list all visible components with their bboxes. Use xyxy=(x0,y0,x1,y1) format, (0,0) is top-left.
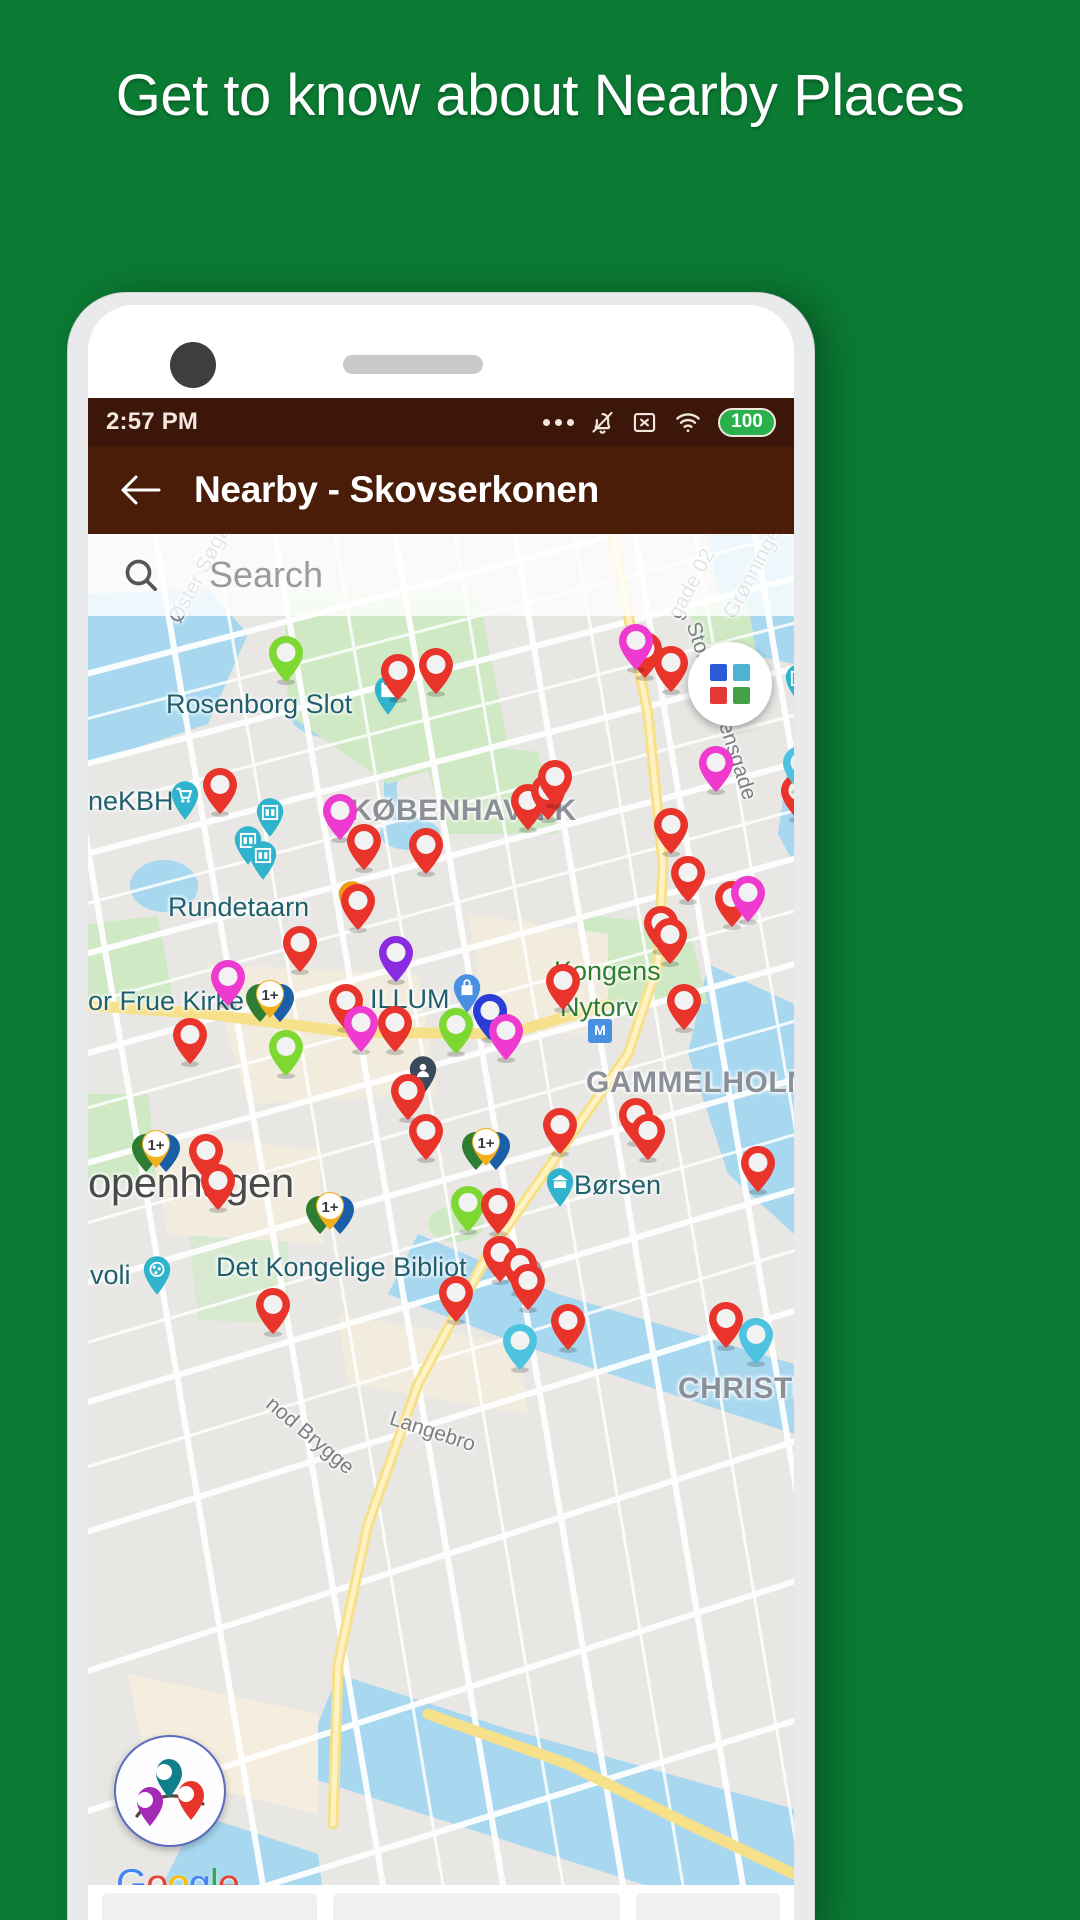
map-pin[interactable] xyxy=(664,982,704,1039)
map-pin[interactable] xyxy=(378,652,418,709)
bottom-card-3 xyxy=(636,1893,780,1920)
svg-text:1+: 1+ xyxy=(321,1199,338,1216)
map-label: voli xyxy=(90,1260,131,1290)
map-label: Børsen xyxy=(574,1170,662,1200)
categories-grid-button[interactable] xyxy=(688,642,772,726)
map-label: CHRISTIA xyxy=(678,1372,794,1405)
svg-text:1+: 1+ xyxy=(261,987,278,1004)
map-pin[interactable] xyxy=(780,744,794,801)
map-pin[interactable] xyxy=(668,854,708,911)
map-pin[interactable] xyxy=(628,1112,668,1169)
map-pin[interactable] xyxy=(200,766,240,823)
map-pin[interactable] xyxy=(198,1162,238,1219)
battery-indicator: 100 xyxy=(718,407,776,437)
back-button[interactable] xyxy=(114,464,166,516)
status-icons: 100 xyxy=(543,407,776,437)
wifi-icon xyxy=(673,409,703,436)
nearby-places-logo-icon xyxy=(135,1759,205,1826)
map-pin[interactable] xyxy=(253,1286,293,1343)
earpiece-speaker xyxy=(343,355,483,374)
battery-level: 100 xyxy=(731,411,763,432)
map-canvas xyxy=(88,534,794,1920)
map-label: Rosenborg Slot xyxy=(166,689,353,719)
map-view[interactable]: Search Øster SøgadeGrønningengade 02Stor… xyxy=(88,534,794,1920)
map-pin[interactable] xyxy=(416,646,456,703)
category-swatch-4 xyxy=(733,687,750,704)
phone-mockup: 2:57 PM 100 Nearby - Skovserkonen Search… xyxy=(68,293,814,1920)
map-pin[interactable] xyxy=(543,962,583,1019)
map-pin[interactable] xyxy=(508,1262,548,1319)
map-pin[interactable] xyxy=(266,634,306,691)
more-dots-icon xyxy=(543,418,574,426)
promo-headline: Get to know about Nearby Places xyxy=(115,63,965,128)
status-time: 2:57 PM xyxy=(106,408,199,435)
map-pin[interactable] xyxy=(338,882,378,939)
map-pin[interactable] xyxy=(736,1316,776,1373)
map-pin[interactable] xyxy=(170,1016,210,1073)
bottom-sheet-strip xyxy=(88,1885,794,1920)
close-box-icon xyxy=(631,409,658,436)
map-pin[interactable] xyxy=(406,826,446,883)
aquarium-icon[interactable] xyxy=(140,1254,174,1303)
map-label: Det Kongelige Bibliot xyxy=(216,1252,467,1282)
search-input[interactable]: Search xyxy=(209,554,323,596)
map-cluster-pin[interactable]: 1+ xyxy=(456,1122,518,1185)
map-pin[interactable] xyxy=(548,1302,588,1359)
map-pin[interactable] xyxy=(344,822,384,879)
notifications-off-icon xyxy=(589,409,616,436)
front-camera-icon xyxy=(170,342,216,388)
svg-text:1+: 1+ xyxy=(147,1137,164,1154)
map-cluster-pin[interactable]: 1+ xyxy=(126,1124,188,1187)
bottom-card-2 xyxy=(333,1893,621,1920)
svg-text:M: M xyxy=(594,1022,606,1038)
map-pin[interactable] xyxy=(486,1012,526,1069)
map-pin[interactable] xyxy=(540,1106,580,1163)
map-label: neKBH xyxy=(88,786,174,816)
map-label: Rundetaarn xyxy=(168,892,310,922)
category-swatch-1 xyxy=(710,664,727,681)
category-swatch-2 xyxy=(733,664,750,681)
museum-icon[interactable] xyxy=(782,662,794,711)
phone-screen: 2:57 PM 100 Nearby - Skovserkonen Search… xyxy=(88,305,794,1920)
map-pin[interactable] xyxy=(535,758,575,815)
app-bar: Nearby - Skovserkonen xyxy=(88,446,794,534)
nearby-places-button[interactable] xyxy=(114,1735,226,1847)
map-label: GAMMELHOLM xyxy=(586,1066,794,1099)
search-icon xyxy=(118,552,164,598)
bank-icon[interactable] xyxy=(543,1166,577,1215)
bottom-card-1 xyxy=(102,1893,318,1920)
category-swatch-3 xyxy=(710,687,727,704)
map-pin[interactable] xyxy=(650,916,690,973)
map-pin[interactable] xyxy=(728,874,768,931)
metro-icon[interactable]: M xyxy=(585,1016,615,1051)
map-pin[interactable] xyxy=(616,622,656,679)
map-pin[interactable] xyxy=(696,744,736,801)
cart-icon[interactable] xyxy=(168,779,202,828)
search-bar[interactable]: Search xyxy=(88,534,794,616)
map-pin[interactable] xyxy=(376,934,416,991)
status-bar: 2:57 PM 100 xyxy=(88,398,794,446)
map-cluster-pin[interactable]: 1+ xyxy=(240,974,302,1037)
map-cluster-pin[interactable]: 1+ xyxy=(300,1186,362,1249)
svg-text:1+: 1+ xyxy=(477,1135,494,1152)
map-pin[interactable] xyxy=(280,924,320,981)
map-pin[interactable] xyxy=(436,1274,476,1331)
map-pin[interactable] xyxy=(406,1112,446,1169)
museum-icon[interactable] xyxy=(246,839,280,888)
map-pin[interactable] xyxy=(500,1322,540,1379)
map-pin[interactable] xyxy=(651,644,691,701)
phone-top-bezel xyxy=(88,305,794,398)
map-pin[interactable] xyxy=(738,1144,778,1201)
page-title: Nearby - Skovserkonen xyxy=(194,469,599,510)
map-pin[interactable] xyxy=(375,1004,415,1061)
